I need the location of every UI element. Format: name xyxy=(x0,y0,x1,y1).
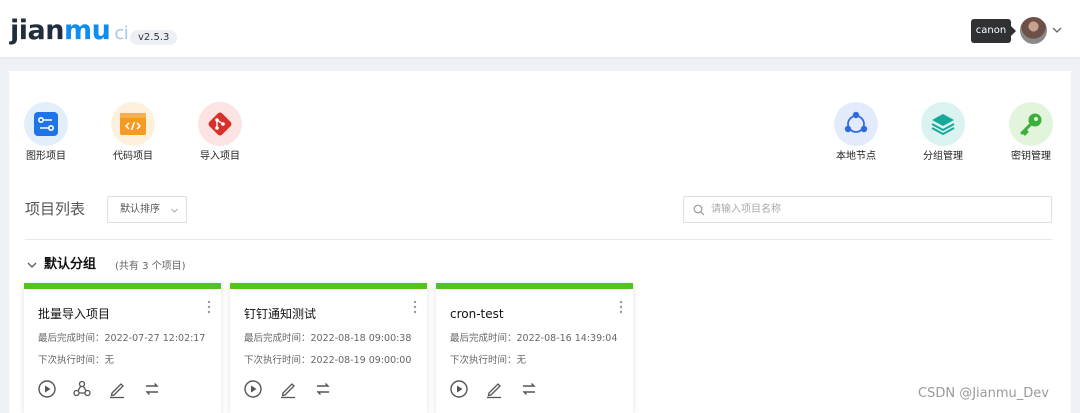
quick-action-label: 分组管理 xyxy=(923,151,963,162)
divider xyxy=(25,239,1052,240)
edit-icon[interactable] xyxy=(484,379,504,399)
last-completed-time: 最后完成时间：2022-08-18 09:00:38 xyxy=(244,333,412,344)
more-vertical-icon[interactable] xyxy=(617,300,625,314)
local-nodes-button[interactable]: 本地节点 xyxy=(821,102,891,164)
chevron-down-icon[interactable] xyxy=(26,259,38,271)
more-vertical-icon[interactable] xyxy=(411,300,419,314)
play-icon[interactable] xyxy=(243,379,263,399)
username-tooltip: canon xyxy=(971,19,1016,43)
next-run-time: 下次执行时间：无 xyxy=(38,355,115,366)
sync-icon[interactable] xyxy=(313,379,333,399)
new-graph-project-button[interactable]: 图形项目 xyxy=(11,102,81,164)
graph-icon xyxy=(24,102,68,146)
project-actions xyxy=(449,379,539,399)
project-list-title: 项目列表 xyxy=(25,200,86,218)
edit-icon[interactable] xyxy=(107,379,127,399)
last-completed-time: 最后完成时间：2022-07-27 12:02:17 xyxy=(38,333,206,344)
search-input[interactable] xyxy=(711,199,1041,220)
chevron-down-icon[interactable] xyxy=(1051,24,1063,36)
sort-select-value: 默认排序 xyxy=(120,204,160,215)
version-badge: v2.5.3 xyxy=(130,30,178,45)
project-card[interactable]: cron-test 最后完成时间：2022-08-16 14:39:04 下次执… xyxy=(436,283,633,413)
project-actions xyxy=(37,379,162,399)
quick-action-label: 密钥管理 xyxy=(1011,151,1051,162)
watermark: CSDN @Jianmu_Dev xyxy=(918,386,1049,401)
project-name[interactable]: cron-test xyxy=(450,306,504,322)
play-icon[interactable] xyxy=(449,379,469,399)
git-icon xyxy=(198,102,242,146)
new-code-project-button[interactable]: 代码项目 xyxy=(98,102,168,164)
code-icon xyxy=(111,102,155,146)
quick-action-label: 本地节点 xyxy=(836,151,876,162)
play-icon[interactable] xyxy=(37,379,57,399)
node-share-icon xyxy=(834,102,878,146)
top-header: jianmu ci v2.5.3 canon xyxy=(0,0,1080,57)
project-card[interactable]: 钉钉通知测试 最后完成时间：2022-08-18 09:00:38 下次执行时间… xyxy=(230,283,427,413)
group-name[interactable]: 默认分组 xyxy=(44,256,96,274)
quick-action-label: 导入项目 xyxy=(200,151,240,162)
key-icon xyxy=(1009,102,1053,146)
quick-action-label: 图形项目 xyxy=(26,151,66,162)
app-logo[interactable]: jianmu ci xyxy=(10,14,129,51)
search-icon xyxy=(693,204,705,216)
last-completed-time: 最后完成时间：2022-08-16 14:39:04 xyxy=(450,333,618,344)
chevron-down-icon xyxy=(171,208,178,213)
quick-action-label: 代码项目 xyxy=(113,151,153,162)
group-count: (共有 3 个项目) xyxy=(115,261,186,272)
sync-icon[interactable] xyxy=(519,379,539,399)
project-name[interactable]: 批量导入项目 xyxy=(38,306,110,322)
edit-icon[interactable] xyxy=(278,379,298,399)
project-name[interactable]: 钉钉通知测试 xyxy=(244,306,316,322)
main-panel: 图形项目 代码项目 导入项目 本地节点 分组管理 密钥管理 项目列表 默认排序 xyxy=(9,71,1071,413)
layers-icon xyxy=(921,102,965,146)
workflow-icon[interactable] xyxy=(72,379,92,399)
project-actions xyxy=(243,379,333,399)
key-management-button[interactable]: 密钥管理 xyxy=(996,102,1066,164)
sync-icon[interactable] xyxy=(142,379,162,399)
user-avatar[interactable] xyxy=(1020,17,1047,44)
more-vertical-icon[interactable] xyxy=(205,300,213,314)
next-run-time: 下次执行时间：无 xyxy=(450,355,527,366)
next-run-time: 下次执行时间：2022-08-19 09:00:00 xyxy=(244,355,412,366)
group-management-button[interactable]: 分组管理 xyxy=(908,102,978,164)
sort-select[interactable]: 默认排序 xyxy=(107,196,187,223)
search-box[interactable] xyxy=(683,196,1052,223)
project-card[interactable]: 批量导入项目 最后完成时间：2022-07-27 12:02:17 下次执行时间… xyxy=(24,283,221,413)
import-project-button[interactable]: 导入项目 xyxy=(185,102,255,164)
